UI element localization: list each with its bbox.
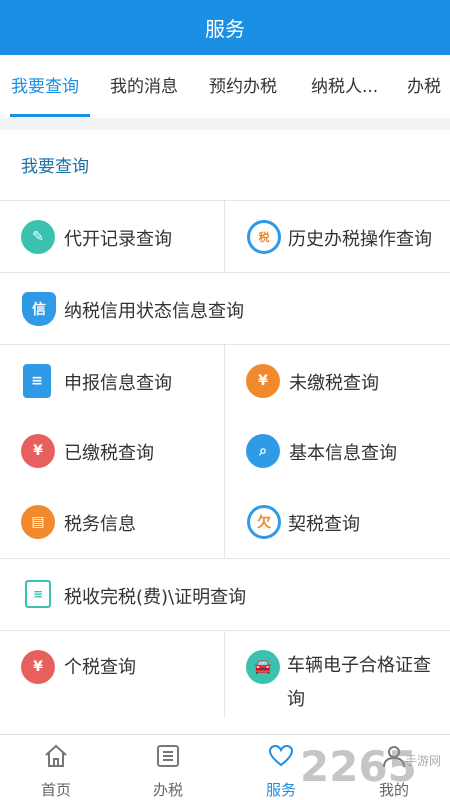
tax-certificate-query-label: 税收完税(费)\证明查询 — [64, 587, 247, 608]
personal-tax-icon: ¥ — [21, 650, 55, 684]
home-icon — [45, 744, 67, 767]
nav-home-label: 首页 — [40, 781, 71, 799]
active-tab-indicator — [10, 114, 90, 117]
grid-row: 信 纳税信用状态信息查询 — [0, 272, 450, 344]
nav-home[interactable]: 首页 — [0, 735, 112, 800]
document-upload-icon: ≡ — [23, 364, 51, 398]
grid-row: ≡ 税收完税(费)\证明查询 — [0, 558, 450, 630]
tab-taxpayer[interactable]: 纳税人... — [311, 72, 378, 97]
deed-tax-icon: 欠 — [247, 505, 281, 539]
personal-tax-query-label: 个税查询 — [64, 657, 136, 678]
credit-shield-icon: 信 — [22, 292, 56, 326]
deed-query-button[interactable]: 欠 契税查询 — [225, 486, 450, 558]
paid-query-button[interactable]: ¥ 已缴税查询 — [0, 416, 225, 486]
tax-document-icon: ▤ — [21, 505, 55, 539]
deed-query-label: 契税查询 — [288, 514, 360, 535]
section-title: 我要查询 — [21, 157, 89, 177]
section-header: 我要查询 — [0, 130, 450, 200]
unpaid-query-label: 未缴税查询 — [289, 373, 379, 394]
history-query-button[interactable]: 税 历史办税操作查询 — [225, 201, 450, 272]
grid-row: ▤ 税务信息 欠 契税查询 — [0, 486, 450, 558]
app-header: 服务 — [0, 0, 450, 55]
basic-info-query-button[interactable]: ⌕ 基本信息查询 — [225, 416, 450, 486]
grid-row: ¥ 个税查询 🚘 车辆电子合格证查询 — [0, 630, 450, 718]
declare-query-button[interactable]: ≡ 申报信息查询 — [0, 345, 225, 416]
list-icon — [157, 745, 179, 767]
clock-tax-icon: 税 — [247, 220, 281, 254]
credit-query-label: 纳税信用状态信息查询 — [64, 301, 244, 322]
tab-appointment[interactable]: 预约办税 — [209, 72, 277, 97]
unpaid-query-button[interactable]: ¥ 未缴税查询 — [225, 345, 450, 416]
paid-tax-icon: ¥ — [21, 434, 55, 468]
paid-query-label: 已缴税查询 — [64, 443, 154, 464]
unpaid-tax-icon: ¥ — [246, 364, 280, 398]
basic-info-query-label: 基本信息查询 — [289, 443, 397, 464]
nav-tax[interactable]: 办税 — [112, 735, 224, 800]
page-title: 服务 — [205, 17, 245, 41]
search-doc-icon: ⌕ — [246, 434, 280, 468]
tab-query[interactable]: 我要查询 — [11, 72, 79, 97]
tab-bar: 我要查询 我的消息 预约办税 纳税人... 办税 — [0, 55, 450, 118]
credit-query-button[interactable]: 信 纳税信用状态信息查询 — [0, 273, 450, 344]
grid-row: ✎ 代开记录查询 税 历史办税操作查询 — [0, 200, 450, 272]
daikai-query-label: 代开记录查询 — [64, 229, 172, 250]
nav-tax-label: 办税 — [152, 781, 183, 799]
tax-certificate-query-button[interactable]: ≡ 税收完税(费)\证明查询 — [0, 559, 450, 630]
vehicle-cert-query-button[interactable]: 🚘 车辆电子合格证查询 — [225, 631, 450, 718]
personal-tax-query-button[interactable]: ¥ 个税查询 — [0, 631, 225, 718]
certificate-icon: ≡ — [25, 580, 51, 608]
tab-messages[interactable]: 我的消息 — [110, 72, 178, 97]
query-grid: ✎ 代开记录查询 税 历史办税操作查询 信 纳税信用状态信息查询 ≡ 申报信息查… — [0, 200, 450, 734]
car-icon: 🚘 — [246, 650, 280, 684]
heart-icon — [268, 744, 294, 767]
edit-doc-icon: ✎ — [21, 220, 55, 254]
history-query-label: 历史办税操作查询 — [288, 229, 432, 250]
declare-query-label: 申报信息查询 — [64, 373, 172, 394]
grid-row: ¥ 已缴税查询 ⌕ 基本信息查询 — [0, 416, 450, 486]
grid-row: ≡ 申报信息查询 ¥ 未缴税查询 — [0, 344, 450, 416]
daikai-query-button[interactable]: ✎ 代开记录查询 — [0, 201, 225, 272]
tax-info-label: 税务信息 — [64, 514, 136, 535]
tax-info-button[interactable]: ▤ 税务信息 — [0, 486, 225, 558]
tab-handle-tax[interactable]: 办税 — [407, 72, 441, 97]
watermark-logo: 2265 — [300, 742, 417, 791]
watermark-text: 手游网 — [405, 754, 442, 768]
vehicle-cert-query-label: 车辆电子合格证查询 — [287, 655, 431, 710]
